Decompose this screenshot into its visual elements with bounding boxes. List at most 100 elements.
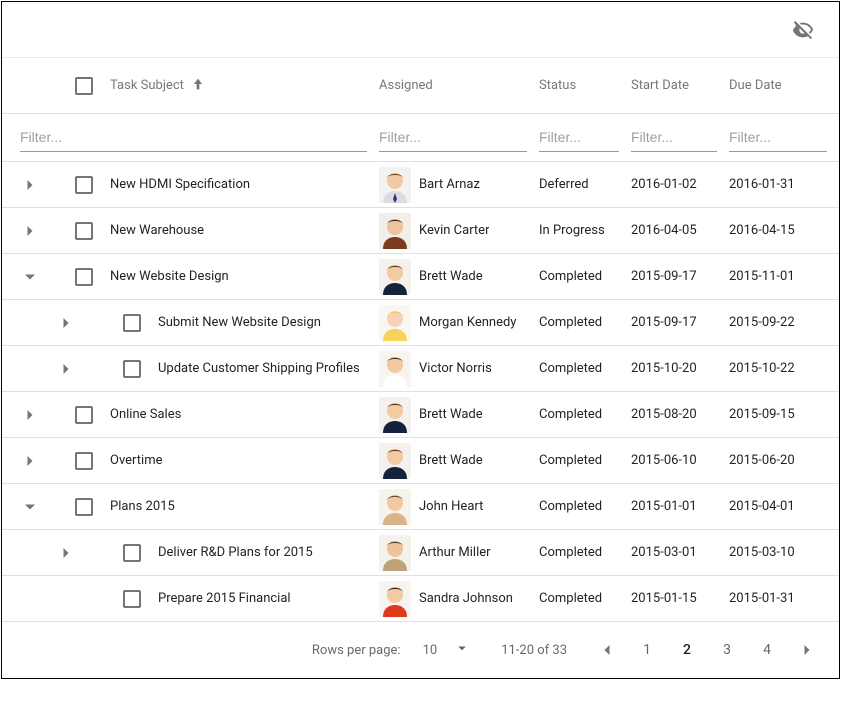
chevron-right-icon[interactable] bbox=[18, 403, 42, 427]
pagination-footer: Rows per page: 10 11-20 of 33 1234 bbox=[2, 622, 839, 678]
chevron-right-icon[interactable] bbox=[54, 357, 78, 381]
status-text: Completed bbox=[539, 269, 602, 284]
avatar bbox=[379, 443, 411, 479]
expand-cell bbox=[2, 495, 58, 519]
page-button[interactable]: 1 bbox=[631, 634, 663, 666]
table-row: OvertimeBrett WadeCompleted2015-06-10201… bbox=[2, 438, 839, 484]
assigned-name: Brett Wade bbox=[419, 407, 483, 422]
table-row: Online Sales Brett Wade Completed 2015-08-2… bbox=[2, 392, 839, 438]
table-row: Plans 2015John HeartCompleted2015-01-012… bbox=[2, 484, 839, 530]
expand-cell bbox=[26, 541, 82, 565]
subject-cell: Online Sales bbox=[110, 407, 379, 422]
row-checkbox[interactable] bbox=[58, 452, 110, 470]
avatar bbox=[379, 397, 411, 433]
filter-subject-input[interactable] bbox=[20, 123, 367, 152]
assigned-name: Sandra Johnson bbox=[419, 591, 513, 606]
status-text: Deferred bbox=[539, 177, 589, 192]
filter-status-cell bbox=[539, 123, 631, 152]
start-date-cell: 2015-08-20 bbox=[631, 407, 729, 422]
assigned-cell: Brett Wade bbox=[379, 443, 539, 479]
filter-start-input[interactable] bbox=[631, 123, 717, 152]
checkbox-icon bbox=[75, 452, 93, 470]
subject-text: Deliver R&D Plans for 2015 bbox=[158, 545, 313, 560]
row-checkbox[interactable] bbox=[58, 268, 110, 286]
filter-due-cell bbox=[729, 123, 839, 152]
header-start[interactable]: Start Date bbox=[631, 78, 729, 93]
subject-text: New HDMI Specification bbox=[110, 177, 250, 192]
status-text: Completed bbox=[539, 545, 602, 560]
assigned-name: Kevin Carter bbox=[419, 223, 489, 238]
row-checkbox[interactable] bbox=[58, 498, 110, 516]
due-date-cell: 2015-03-10 bbox=[729, 545, 839, 560]
table-row: Update Customer Shipping Profiles Victor … bbox=[2, 346, 839, 392]
header-status[interactable]: Status bbox=[539, 78, 631, 93]
subject-cell: New Website Design bbox=[110, 269, 379, 284]
due-date-text: 2015-11-01 bbox=[729, 269, 795, 284]
header-select-all[interactable] bbox=[58, 77, 110, 95]
filter-status-input[interactable] bbox=[539, 123, 619, 152]
start-date-cell: 2016-01-02 bbox=[631, 177, 729, 192]
row-checkbox[interactable] bbox=[58, 406, 110, 424]
status-text: In Progress bbox=[539, 223, 605, 238]
chevron-right-icon[interactable] bbox=[54, 541, 78, 565]
page-button[interactable]: 3 bbox=[711, 634, 743, 666]
rows-per-page-select[interactable]: 10 bbox=[417, 639, 478, 661]
chevron-down-icon[interactable] bbox=[18, 495, 42, 519]
expand-cell bbox=[2, 265, 58, 289]
status-cell: Completed bbox=[539, 545, 631, 560]
due-date-text: 2015-10-22 bbox=[729, 361, 795, 376]
start-date-cell: 2015-03-01 bbox=[631, 545, 729, 560]
chevron-right-icon[interactable] bbox=[54, 311, 78, 335]
row-checkbox[interactable] bbox=[58, 222, 110, 240]
header-start-label: Start Date bbox=[631, 78, 689, 93]
chevron-down-icon[interactable] bbox=[18, 265, 42, 289]
header-due-label: Due Date bbox=[729, 78, 782, 93]
row-checkbox[interactable] bbox=[106, 544, 158, 562]
chevron-right-icon[interactable] bbox=[18, 219, 42, 243]
chevron-right-icon[interactable] bbox=[18, 449, 42, 473]
row-checkbox[interactable] bbox=[106, 360, 158, 378]
header-assigned[interactable]: Assigned bbox=[379, 78, 539, 93]
subject-cell: New HDMI Specification bbox=[110, 177, 379, 192]
start-date-text: 2015-08-20 bbox=[631, 407, 697, 422]
chevron-right-icon[interactable] bbox=[18, 173, 42, 197]
row-checkbox[interactable] bbox=[106, 314, 158, 332]
avatar bbox=[379, 489, 411, 525]
filter-assigned-cell bbox=[379, 123, 539, 152]
due-date-cell: 2015-11-01 bbox=[729, 269, 839, 284]
checkbox-icon bbox=[75, 406, 93, 424]
table-row: Submit New Website DesignMorgan KennedyC… bbox=[2, 300, 839, 346]
assigned-cell: Victor Norris bbox=[379, 351, 539, 387]
row-checkbox[interactable] bbox=[106, 590, 158, 608]
page-button[interactable]: 4 bbox=[751, 634, 783, 666]
filter-due-input[interactable] bbox=[729, 123, 827, 152]
visibility-off-icon[interactable] bbox=[791, 18, 815, 42]
status-text: Completed bbox=[539, 407, 602, 422]
start-date-text: 2015-01-15 bbox=[631, 591, 697, 606]
filter-assigned-input[interactable] bbox=[379, 123, 527, 152]
due-date-cell: 2016-04-15 bbox=[729, 223, 839, 238]
row-checkbox[interactable] bbox=[58, 176, 110, 194]
page-numbers: 1234 bbox=[631, 634, 783, 666]
subject-text: Submit New Website Design bbox=[158, 315, 321, 330]
status-cell: Completed bbox=[539, 315, 631, 330]
avatar bbox=[379, 259, 411, 295]
due-date-text: 2016-04-15 bbox=[729, 223, 795, 238]
subject-text: Update Customer Shipping Profiles bbox=[158, 361, 360, 376]
header-subject[interactable]: Task Subject bbox=[110, 76, 379, 96]
avatar bbox=[379, 351, 411, 387]
column-header-row: Task Subject Assigned Status Start Date … bbox=[2, 58, 839, 114]
prev-page-button[interactable] bbox=[591, 634, 623, 666]
avatar bbox=[379, 581, 411, 617]
start-date-cell: 2015-10-20 bbox=[631, 361, 729, 376]
status-text: Completed bbox=[539, 315, 602, 330]
checkbox-icon bbox=[75, 222, 93, 240]
header-due[interactable]: Due Date bbox=[729, 78, 839, 93]
status-cell: Completed bbox=[539, 499, 631, 514]
start-date-cell: 2015-01-01 bbox=[631, 499, 729, 514]
rows-per-page-label: Rows per page: bbox=[312, 643, 401, 658]
page-button[interactable]: 2 bbox=[671, 634, 703, 666]
next-page-button[interactable] bbox=[791, 634, 823, 666]
assigned-cell: Bart Arnaz bbox=[379, 167, 539, 203]
assigned-name: Brett Wade bbox=[419, 269, 483, 284]
